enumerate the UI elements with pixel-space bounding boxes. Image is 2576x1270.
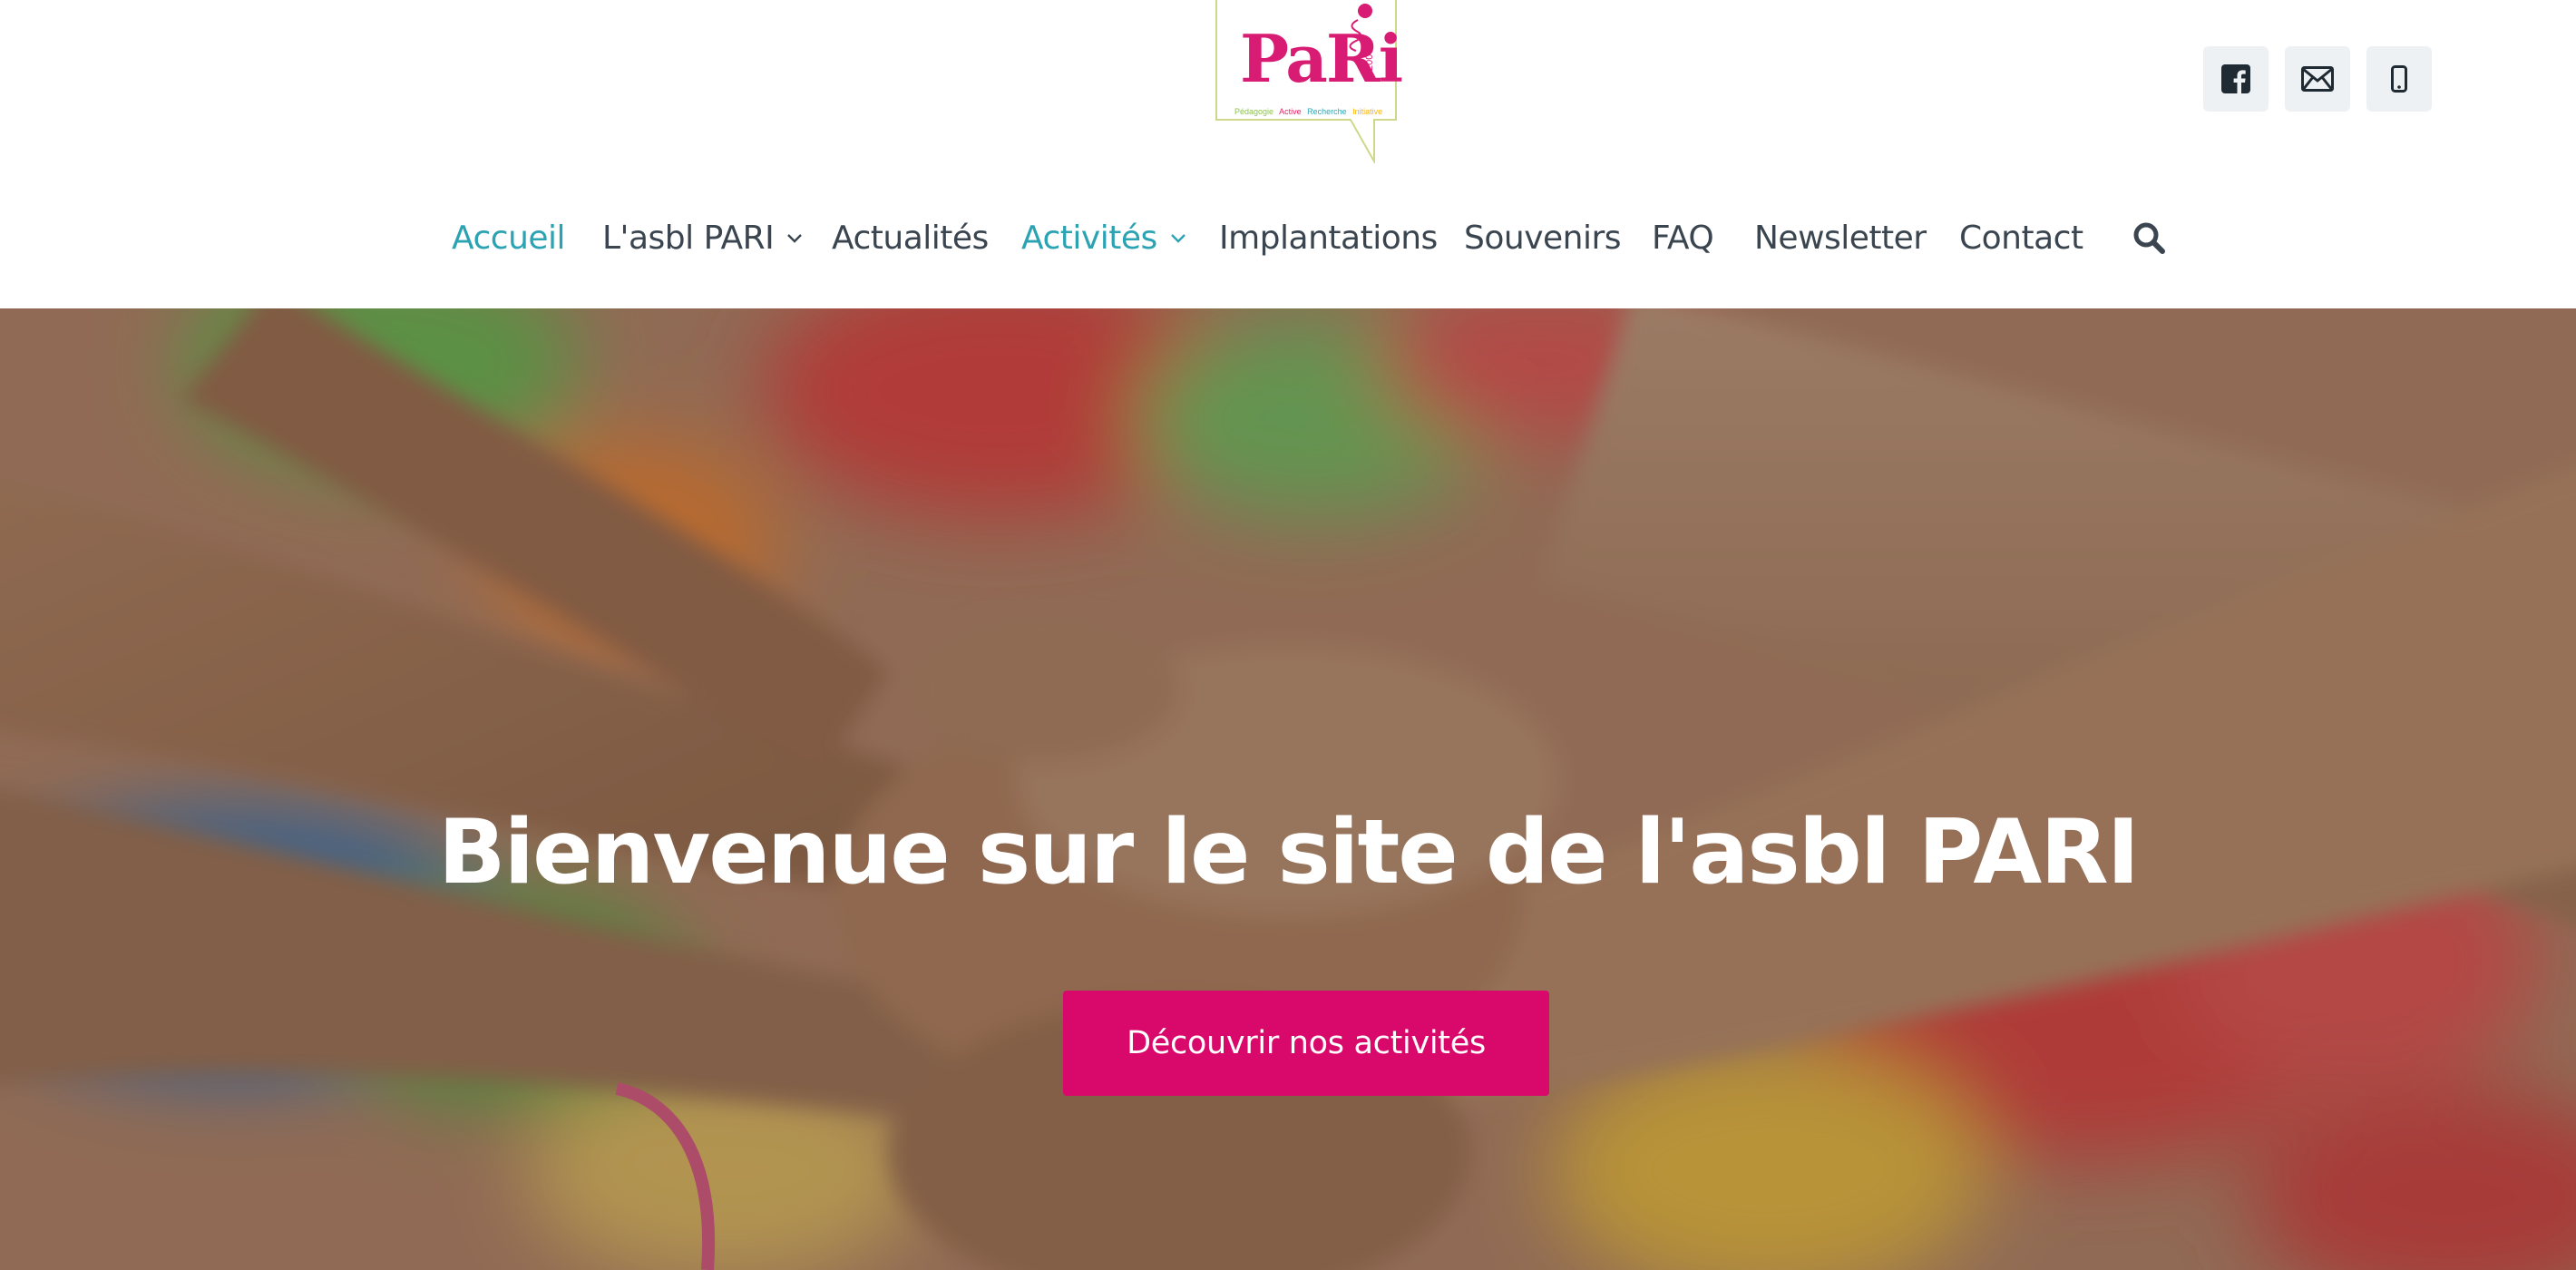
nav-item-faq[interactable]: FAQ (1652, 201, 1714, 274)
tagline-word: Pédagogie (1234, 107, 1274, 116)
nav-item-label: Accueil (452, 219, 566, 257)
site-header: PaRi 2007 Pédagogie Active Recherche Ini… (0, 0, 2576, 308)
nav-item-label: Implantations (1219, 219, 1438, 257)
social-links (2203, 46, 2432, 112)
tagline-word: Recherche (1307, 107, 1347, 116)
logo-year: 2007 (1364, 48, 1375, 71)
facebook-icon (2221, 64, 2250, 93)
chevron-down-icon (1170, 234, 1186, 243)
nav-item-label: Newsletter (1754, 219, 1927, 257)
email-button[interactable] (2285, 46, 2350, 112)
nav-item-label: Actualités (832, 219, 989, 257)
nav-item-label: Contact (1959, 219, 2083, 257)
nav-item-label: Souvenirs (1464, 219, 1622, 257)
nav-item-asbl-pari[interactable]: L'asbl PARI (602, 201, 803, 274)
nav-item-newsletter[interactable]: Newsletter (1754, 201, 1927, 274)
phone-button[interactable] (2366, 46, 2432, 112)
logo-tagline: Pédagogie Active Recherche Initiative (1234, 107, 1389, 116)
facebook-button[interactable] (2203, 46, 2269, 112)
hero-title: Bienvenue sur le site de l'asbl PARI (437, 801, 2140, 904)
mobile-phone-icon (2391, 65, 2407, 93)
nav-item-label: L'asbl PARI (602, 219, 775, 257)
mail-icon (2301, 66, 2334, 92)
hero-banner: Bienvenue sur le site de l'asbl PARI Déc… (0, 308, 2576, 1270)
nav-item-contact[interactable]: Contact (1959, 201, 2083, 274)
search-icon[interactable] (2131, 218, 2167, 258)
nav-item-activites[interactable]: Activités (1021, 201, 1186, 274)
nav-item-implantations[interactable]: Implantations (1219, 201, 1438, 274)
logo-wordmark: PaRi (1240, 20, 1403, 97)
tagline-word: Active (1279, 107, 1302, 116)
tagline-word: Initiative (1352, 107, 1383, 116)
hero-overlay (0, 308, 2576, 1270)
discover-activities-button[interactable]: Découvrir nos activités (1063, 991, 1549, 1096)
chevron-down-icon (787, 234, 803, 243)
site-logo[interactable]: PaRi 2007 Pédagogie Active Recherche Ini… (1215, 0, 1403, 163)
nav-item-accueil[interactable]: Accueil (452, 201, 566, 274)
nav-item-label: FAQ (1652, 219, 1714, 257)
nav-item-actualites[interactable]: Actualités (832, 201, 989, 274)
main-navigation: Accueil L'asbl PARI Actualités Activités… (0, 201, 2576, 274)
nav-item-label: Activités (1021, 219, 1157, 257)
nav-item-souvenirs[interactable]: Souvenirs (1464, 201, 1622, 274)
